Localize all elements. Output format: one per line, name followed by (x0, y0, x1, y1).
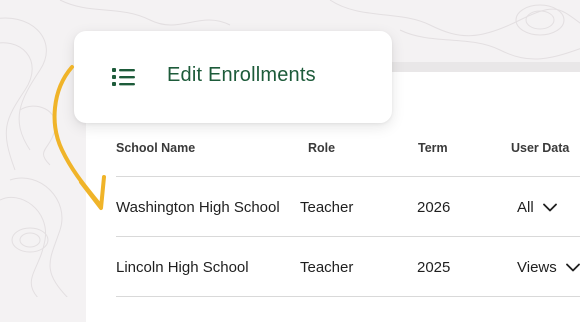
user-data-value: All (517, 199, 534, 216)
column-header-term: Term (418, 141, 448, 155)
term-cell: 2026 (417, 199, 451, 216)
list-icon (112, 68, 135, 86)
term-cell: 2025 (417, 259, 451, 276)
role-cell: Teacher (300, 259, 354, 276)
user-data-value: Views (517, 259, 557, 276)
column-header-school-name: School Name (116, 141, 196, 155)
edit-enrollments-callout[interactable]: Edit Enrollments (74, 31, 392, 123)
column-header-user-data: User Data (511, 141, 570, 155)
chevron-down-icon (542, 203, 557, 212)
school-name-cell: Lincoln High School (116, 259, 249, 276)
user-data-dropdown[interactable]: Views (517, 259, 580, 276)
callout-title: Edit Enrollments (167, 64, 316, 86)
chevron-down-icon (565, 263, 580, 272)
header-divider (116, 176, 580, 177)
column-header-role: Role (308, 141, 336, 155)
user-data-dropdown[interactable]: All (517, 199, 557, 216)
school-name-cell: Washington High School (116, 199, 280, 216)
role-cell: Teacher (300, 199, 354, 216)
row-divider (116, 236, 580, 237)
